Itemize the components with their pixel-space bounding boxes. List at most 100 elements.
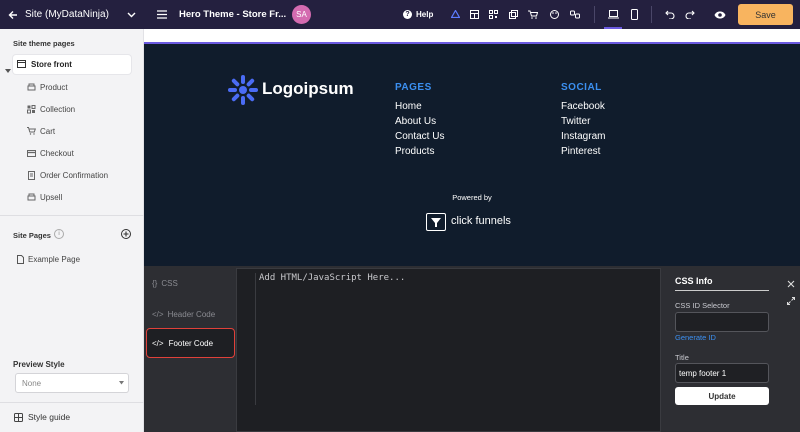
sidebar-item-checkout[interactable]: Checkout [0,143,144,163]
tab-header-code[interactable]: </> Header Code [150,299,236,329]
sidebar-item-label: Checkout [40,148,74,158]
sidebar-item-example-page[interactable]: Example Page [17,253,80,265]
hamburger-menu-icon[interactable] [156,9,167,20]
document-icon [26,170,36,180]
tab-label: Header Code [167,309,216,319]
close-icon[interactable] [787,275,795,288]
social-heading: SOCIAL [561,82,602,93]
style-guide-link[interactable]: Style guide [14,411,70,423]
tab-label: CSS [161,278,178,288]
footer-link-products[interactable]: Products [395,146,434,157]
canvas-top-section [144,29,800,44]
site-pages-heading: Site Pages [13,231,51,240]
document-icon [17,254,24,264]
theme-title: Hero Theme - Store Fr... [179,9,287,20]
braces-icon: {} [152,278,158,288]
mobile-view-icon[interactable] [628,8,640,20]
logo-text: Logoipsum [262,79,354,98]
preview-style-value: None [22,378,42,388]
credit-card-icon [26,149,36,158]
copy-icon[interactable] [508,9,518,19]
left-sidebar: Site theme pages Store front Product Col… [0,29,144,432]
css-info-panel: CSS Info CSS ID Selector Generate ID Tit… [664,266,782,432]
update-button[interactable]: Update [675,387,769,405]
save-button[interactable]: Save [738,4,793,25]
code-editor[interactable]: Add HTML/JavaScript Here... [236,268,661,432]
layout-icon[interactable] [469,9,479,19]
store-front-label: Store front [31,60,72,69]
page-layout-icon [17,60,27,69]
footer-link-contact[interactable]: Contact Us [395,131,444,142]
desktop-view-icon[interactable] [607,8,619,20]
redo-icon[interactable] [684,9,695,20]
sidebar-item-label: Upsell [40,192,63,202]
caret-down-icon[interactable] [5,61,11,73]
css-id-selector-label: CSS ID Selector [675,301,730,310]
footer-link-about[interactable]: About Us [395,116,436,127]
toolbar-divider [651,6,652,23]
sidebar-divider [0,215,144,216]
preview-style-label: Preview Style [13,360,65,369]
footer-link-home[interactable]: Home [395,101,422,112]
tab-footer-code[interactable]: </> Footer Code [146,328,235,358]
style-guide-label: Style guide [28,412,71,422]
style-guide-icon [14,412,23,422]
css-id-selector-input[interactable] [675,312,769,332]
info-icon[interactable]: i [54,229,64,239]
sidebar-item-label: Order Confirmation [40,170,109,180]
qr-code-icon[interactable] [488,9,498,19]
sidebar-item-order-confirmation[interactable]: Order Confirmation [0,165,144,185]
sidebar-item-product[interactable]: Product [0,77,144,97]
product-icon [26,83,36,92]
page-canvas: Logoipsum PAGES Home About Us Contact Us… [144,29,800,266]
sidebar-item-collection[interactable]: Collection [0,99,144,119]
preview-style-select[interactable]: None [15,373,129,393]
code-icon: </> [152,309,164,319]
title-field-label: Title [675,353,689,362]
pages-heading: PAGES [395,82,432,93]
sidebar-item-store-front[interactable]: Store front [13,55,131,74]
help-icon[interactable]: ? [403,10,412,19]
title-input[interactable]: temp footer 1 [675,363,769,383]
css-info-title: CSS Info [675,276,713,286]
sidebar-item-label: Example Page [28,254,81,264]
theme-pages-heading: Site theme pages [13,39,75,48]
palette-icon[interactable] [549,9,559,19]
toolbar-divider [594,6,595,23]
site-selector-label[interactable]: Site (MyDataNinja) [25,0,109,29]
cart-icon[interactable] [528,9,538,19]
footer-link-pinterest[interactable]: Pinterest [561,146,600,157]
tab-label: Footer Code [168,338,214,348]
collection-icon [26,104,36,114]
code-icon: </> [152,338,164,348]
help-link[interactable]: Help [416,0,433,29]
expand-icon[interactable] [787,292,795,305]
triangle-icon[interactable] [450,9,460,19]
upsell-icon [26,193,36,202]
title-underline [675,290,769,291]
integrations-icon[interactable] [569,9,580,19]
logo-mark-icon [228,75,258,105]
footer-link-twitter[interactable]: Twitter [561,116,590,127]
footer-link-facebook[interactable]: Facebook [561,101,605,112]
footer-link-instagram[interactable]: Instagram [561,131,605,142]
back-arrow-icon[interactable] [8,9,18,20]
add-page-icon[interactable] [121,229,131,239]
panel-controls [783,266,800,432]
preview-eye-icon[interactable] [713,9,727,20]
chevron-down-icon[interactable] [126,10,136,20]
sidebar-item-upsell[interactable]: Upsell [0,187,144,207]
sidebar-item-label: Cart [40,126,56,136]
powered-by-text: Powered by [452,193,492,202]
tab-css[interactable]: {} CSS [150,268,236,298]
sidebar-item-cart[interactable]: Cart [0,121,144,141]
undo-icon[interactable] [664,9,675,20]
clickfunnels-logo-icon [426,213,446,231]
sidebar-item-label: Collection [40,104,76,114]
avatar[interactable]: SA [292,5,311,24]
editor-placeholder: Add HTML/JavaScript Here... [259,273,406,283]
editor-gutter [255,273,256,405]
sidebar-divider [0,402,144,403]
generate-id-link[interactable]: Generate ID [675,333,716,342]
sidebar-item-label: Product [40,82,68,92]
